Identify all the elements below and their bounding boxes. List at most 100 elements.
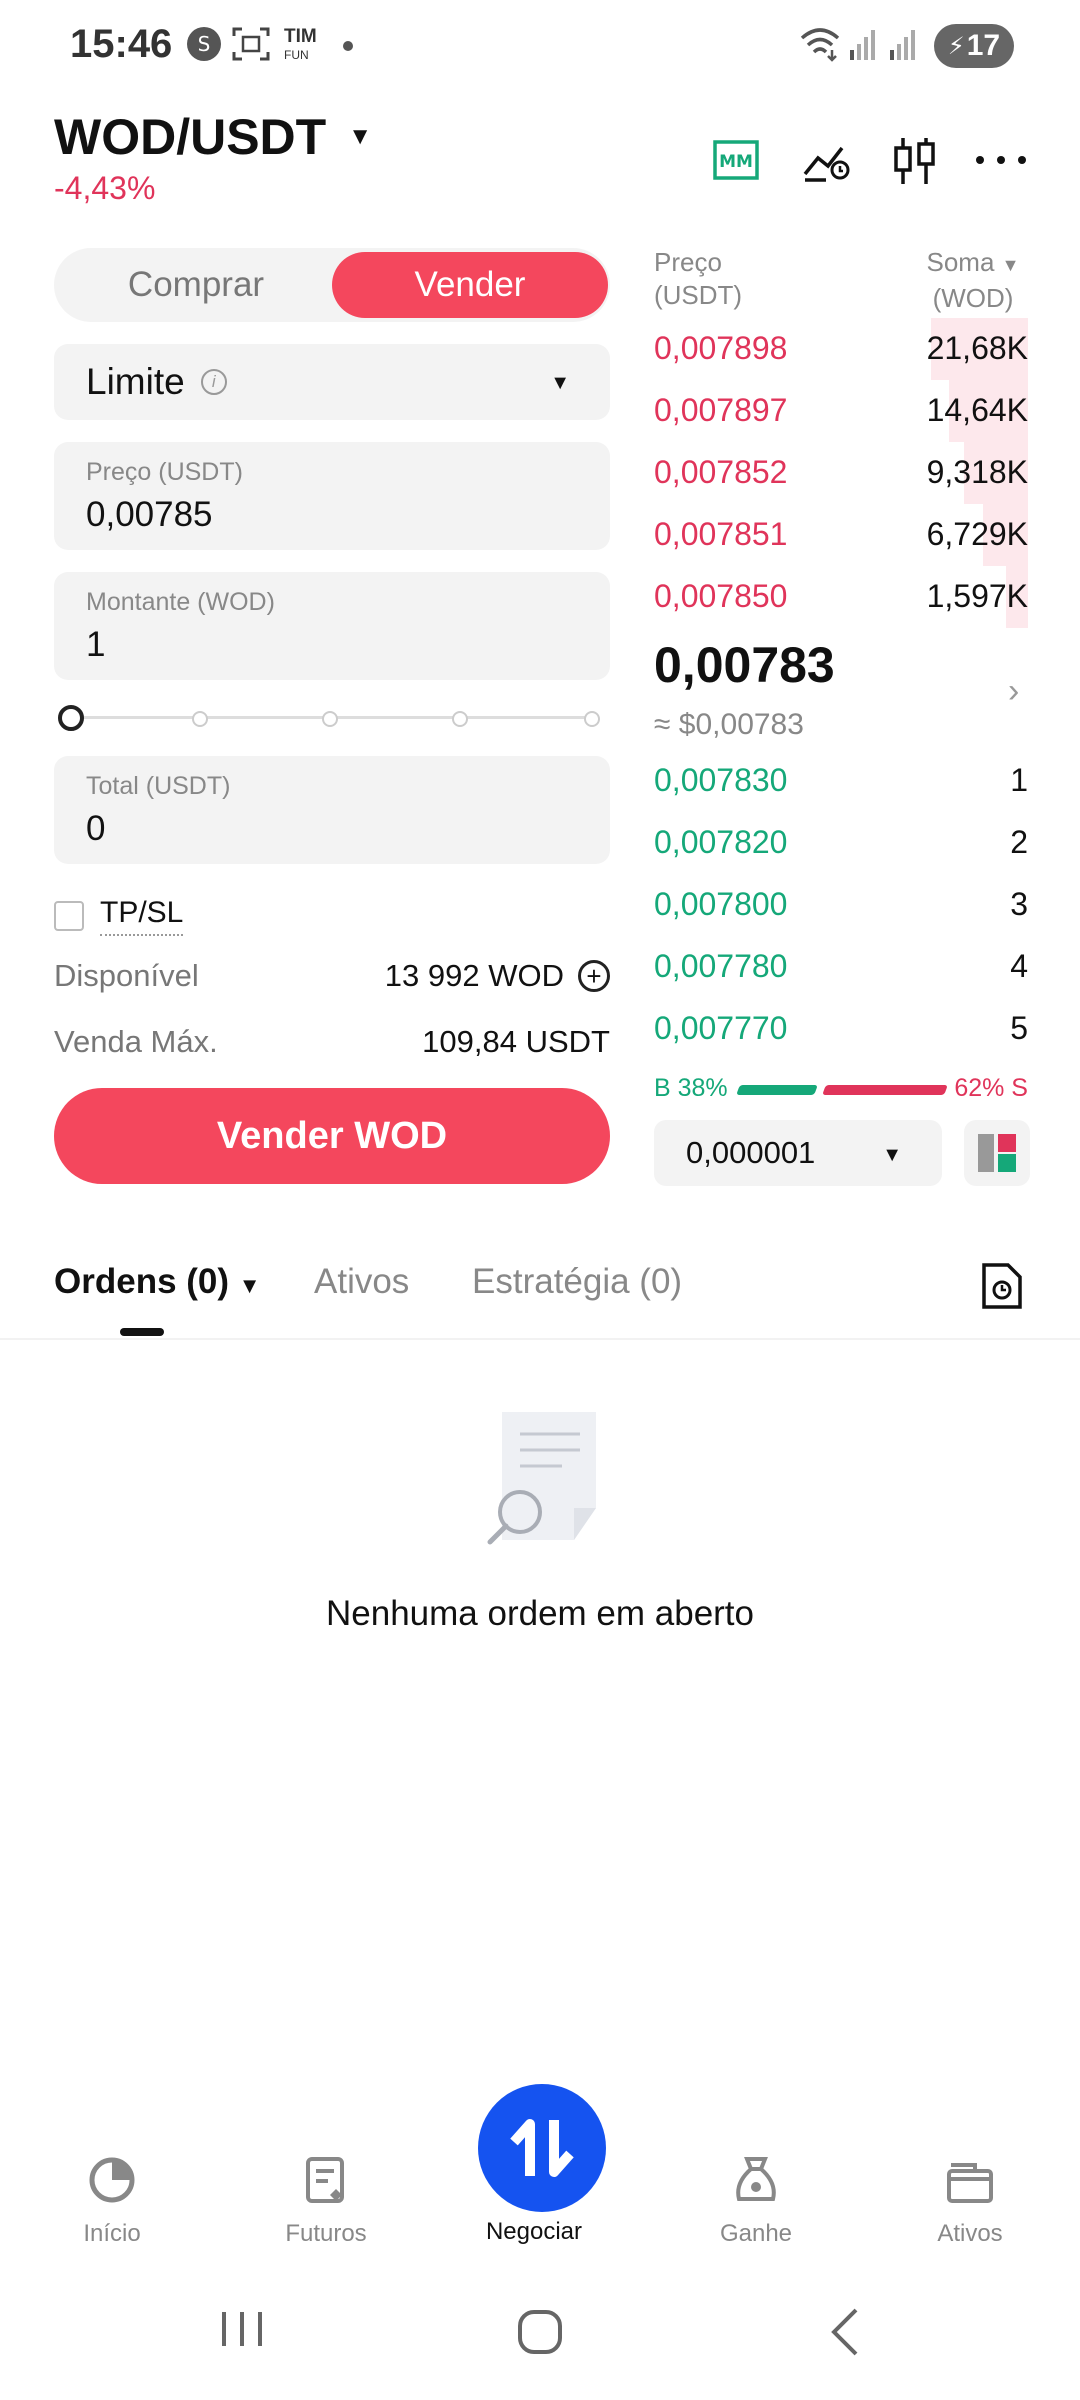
back-icon[interactable] (820, 2304, 870, 2360)
ask-price: 0,007850 (654, 578, 788, 614)
bid-price: 0,007780 (654, 948, 788, 984)
pair-name: WOD/USDT (54, 109, 327, 165)
nav-earn[interactable]: Ganhe (676, 2150, 836, 2248)
precision-select[interactable]: 0,000001 ▼ (654, 1120, 942, 1186)
divider (0, 1338, 1080, 1340)
max-sell-row: Venda Máx. 109,84 USDT (54, 1024, 610, 1060)
bid-sum: 5 (1010, 1010, 1028, 1046)
ask-price: 0,007851 (654, 516, 788, 552)
nav-home-label: Início (83, 2220, 141, 2247)
earn-icon (736, 2157, 776, 2201)
home-icon (89, 2157, 135, 2203)
orderbook-price-header: Preço (USDT) (654, 247, 743, 310)
nav-assets-label: Ativos (937, 2220, 1003, 2247)
tab-orders[interactable]: Ordens (0) ▼ (54, 1262, 261, 1302)
tab-active-indicator (120, 1328, 164, 1336)
trade-fab[interactable] (478, 2084, 606, 2212)
tpsl-checkbox[interactable] (54, 901, 84, 931)
slider-handle[interactable] (58, 705, 84, 731)
ask-price: 0,007898 (654, 330, 788, 366)
trade-swap-icon (510, 2119, 574, 2177)
ask-sum: 14,64K (926, 392, 1028, 428)
total-field[interactable]: Total (USDT) 0 (54, 756, 610, 864)
last-price[interactable]: 0,00783 (654, 636, 835, 694)
available-row: Disponível 13 992 WOD + (54, 958, 610, 994)
wifi-icon (800, 28, 840, 62)
bid-row[interactable]: 0,007830 1 (654, 750, 1028, 812)
battery-indicator: ⚡ 17 (934, 24, 1014, 68)
pair-selector[interactable]: WOD/USDT ▼ (54, 108, 372, 166)
recent-apps-icon[interactable] (212, 2304, 272, 2354)
ask-row[interactable]: 0,007851 6,729K (654, 504, 1028, 566)
slider-stop-100[interactable] (584, 711, 600, 727)
ask-sum: 21,68K (926, 330, 1028, 366)
bid-price: 0,007820 (654, 824, 788, 860)
price-alert-icon[interactable] (802, 136, 852, 184)
tpsl-toggle[interactable]: TP/SL (54, 896, 184, 936)
ask-row[interactable]: 0,007850 1,597K (654, 566, 1028, 628)
slider-stop-25[interactable] (192, 711, 208, 727)
ask-price: 0,007852 (654, 454, 788, 490)
ask-row[interactable]: 0,007898 21,68K (654, 318, 1028, 380)
bid-row[interactable]: 0,007820 2 (654, 812, 1028, 874)
nav-futures[interactable]: Futuros (246, 2150, 406, 2248)
amount-label: Montante (WOD) (86, 588, 275, 616)
add-funds-icon[interactable]: + (578, 960, 610, 992)
price-field[interactable]: Preço (USDT) 0,00785 (54, 442, 610, 550)
tab-strategy[interactable]: Estratégia (0) (472, 1262, 682, 1302)
orderbook-layout-button[interactable] (964, 1120, 1030, 1186)
max-sell-label: Venda Máx. (54, 1024, 218, 1059)
info-icon[interactable]: i (200, 369, 227, 395)
signal-icon-2 (890, 30, 915, 60)
ask-price: 0,007897 (654, 392, 788, 428)
nav-home[interactable]: Início (32, 2150, 192, 2248)
home-button-icon[interactable] (512, 2304, 568, 2360)
amount-slider[interactable] (58, 704, 604, 732)
ask-sum: 1,597K (926, 578, 1028, 614)
orderbook-sum-header[interactable]: Soma ▼ (WOD) (918, 246, 1028, 315)
chevron-right-icon[interactable]: › (1008, 672, 1019, 711)
more-icon[interactable] (974, 136, 1028, 184)
svg-text:S: S (198, 32, 211, 56)
mm-icon[interactable]: MM (712, 136, 760, 184)
ask-sum: 6,729K (926, 516, 1028, 552)
sell-submit-button[interactable]: Vender WOD (54, 1088, 610, 1184)
ask-row[interactable]: 0,007852 9,318K (654, 442, 1028, 504)
candlestick-chart-icon[interactable] (892, 136, 938, 186)
ask-row[interactable]: 0,007897 14,64K (654, 380, 1028, 442)
order-type-select[interactable]: Limite i ▼ (54, 344, 610, 420)
app-notification-icon: S (187, 27, 221, 61)
caret-down-icon: ▼ (1001, 255, 1020, 275)
tpsl-label[interactable]: TP/SL (100, 896, 184, 936)
total-input[interactable]: 0 (86, 809, 578, 849)
wallet-icon (947, 2163, 993, 2203)
notification-dot (343, 41, 353, 51)
nav-trade-label[interactable]: Negociar (454, 2218, 614, 2246)
amount-field[interactable]: Montante (WOD) 1 (54, 572, 610, 680)
total-label: Total (USDT) (86, 772, 231, 800)
precision-value: 0,000001 (686, 1135, 816, 1170)
slider-stop-75[interactable] (452, 711, 468, 727)
buy-tab[interactable]: Comprar (58, 252, 334, 318)
side-switch: Comprar Vender (54, 248, 610, 322)
signal-icon (850, 30, 875, 60)
orderbook-layout-icon (978, 1134, 1016, 1172)
price-input[interactable]: 0,00785 (86, 495, 578, 535)
caret-down-icon: ▼ (238, 1273, 261, 1298)
sell-tab[interactable]: Vender (332, 252, 608, 318)
last-price-usd: ≈ $0,00783 (654, 708, 804, 741)
bid-row[interactable]: 0,007780 4 (654, 936, 1028, 998)
tab-assets[interactable]: Ativos (314, 1262, 409, 1302)
amount-input[interactable]: 1 (86, 625, 578, 665)
price-change: -4,43% (54, 170, 156, 206)
bid-row[interactable]: 0,007800 3 (654, 874, 1028, 936)
charging-icon: ⚡ (947, 32, 965, 60)
caret-down-icon: ▼ (550, 372, 570, 394)
slider-stop-50[interactable] (322, 711, 338, 727)
order-history-icon[interactable] (980, 1262, 1024, 1310)
bid-row[interactable]: 0,007770 5 (654, 998, 1028, 1060)
sell-ratio-bar (822, 1085, 948, 1095)
nav-assets[interactable]: Ativos (890, 2150, 1050, 2248)
empty-orders-text: Nenhuma ordem em aberto (326, 1594, 754, 1633)
empty-orders-icon (487, 1412, 596, 1545)
